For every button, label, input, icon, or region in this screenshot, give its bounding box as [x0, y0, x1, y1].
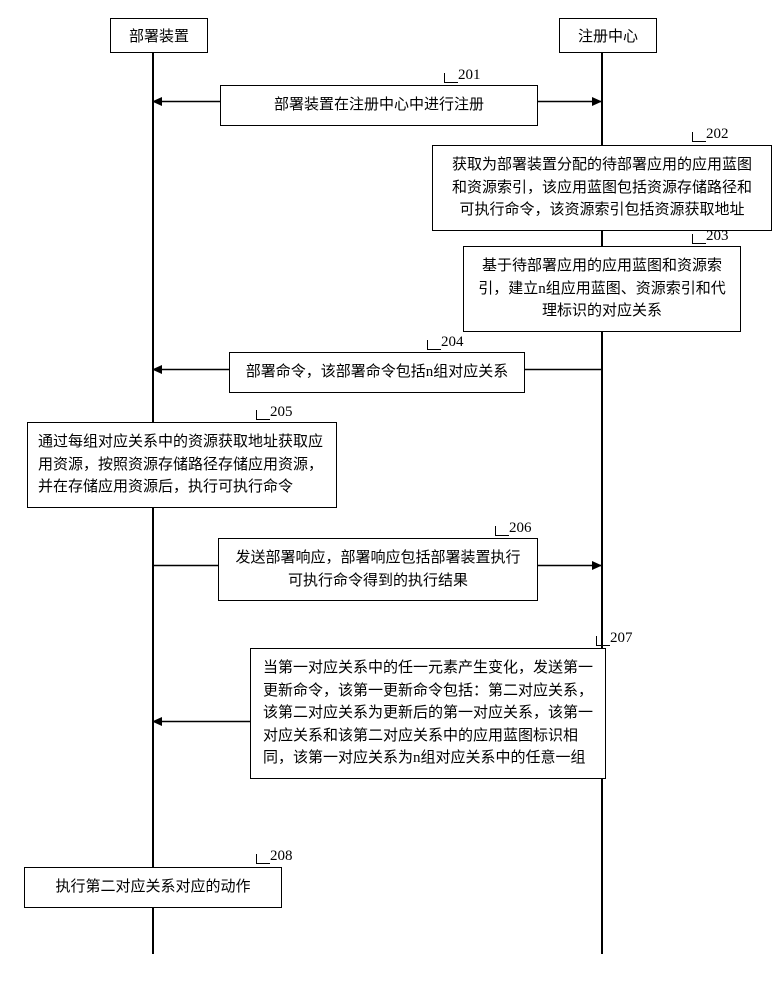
step-207-box: 当第一对应关系中的任一元素产生变化，发送第一更新命令，该第一更新命令包括：第二对… — [250, 648, 606, 779]
step-206-box: 发送部署响应，部署响应包括部署装置执行可执行命令得到的执行结果 — [218, 538, 538, 601]
arrow-left-icon — [152, 368, 229, 371]
step-208-box: 执行第二对应关系对应的动作 — [24, 867, 282, 908]
actor-right: 注册中心 — [559, 18, 657, 53]
step-number: 201 — [458, 67, 481, 84]
tick-icon — [596, 636, 610, 646]
arrow-line-icon — [152, 564, 218, 567]
arrow-line-icon — [525, 368, 602, 371]
step-204-box: 部署命令，该部署命令包括n组对应关系 — [229, 352, 525, 393]
step-number: 207 — [610, 630, 633, 647]
step-number: 206 — [509, 520, 532, 537]
step-number: 203 — [706, 228, 729, 245]
tick-icon — [256, 410, 270, 420]
arrow-left-icon — [152, 720, 250, 723]
tick-icon — [692, 132, 706, 142]
step-number: 205 — [270, 404, 293, 421]
arrow-left-icon — [152, 100, 220, 103]
step-203-box: 基于待部署应用的应用蓝图和资源索引，建立n组应用蓝图、资源索引和代理标识的对应关… — [463, 246, 741, 332]
tick-icon — [427, 340, 441, 350]
tick-icon — [495, 526, 509, 536]
step-201-box: 部署装置在注册中心中进行注册 — [220, 85, 538, 126]
arrow-right-icon — [538, 564, 602, 567]
tick-icon — [692, 234, 706, 244]
tick-icon — [256, 854, 270, 864]
actor-left: 部署装置 — [110, 18, 208, 53]
tick-icon — [444, 73, 458, 83]
arrow-right-icon — [538, 100, 602, 103]
step-202-box: 获取为部署装置分配的待部署应用的应用蓝图和资源索引，该应用蓝图包括资源存储路径和… — [432, 145, 772, 231]
step-number: 202 — [706, 126, 729, 143]
step-number: 204 — [441, 334, 464, 351]
step-205-box: 通过每组对应关系中的资源获取地址获取应用资源，按照资源存储路径存储应用资源，并在… — [27, 422, 337, 508]
step-number: 208 — [270, 848, 293, 865]
